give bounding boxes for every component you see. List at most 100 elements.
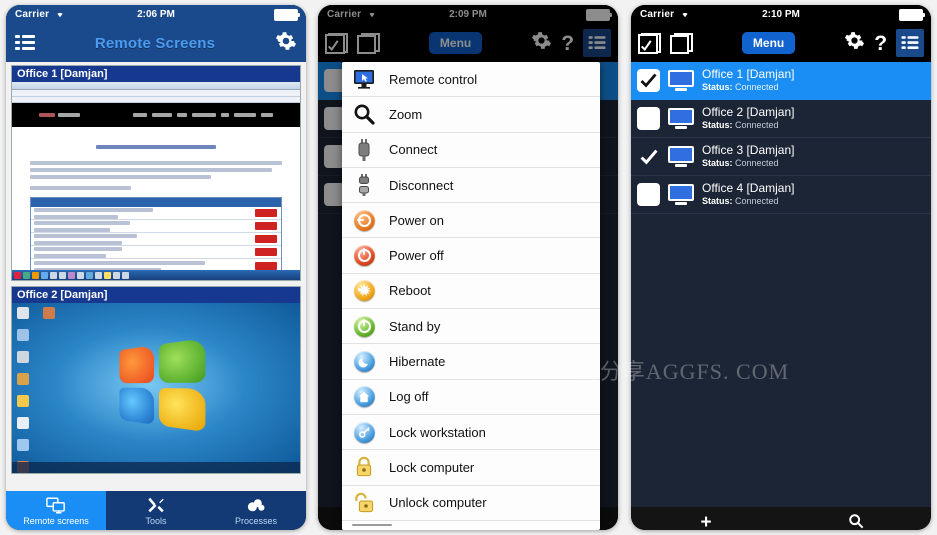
menu-item-label: Reboot bbox=[389, 283, 431, 299]
row-checkbox[interactable] bbox=[637, 145, 660, 168]
remote-screens-icon bbox=[46, 496, 66, 514]
menu-item-label: Unlock computer bbox=[389, 495, 487, 511]
computer-name: Office 3 [Damjan] bbox=[702, 143, 795, 158]
top-toolbar: Menu ? bbox=[631, 24, 931, 62]
menu-item-label: Zoom bbox=[389, 106, 423, 122]
menu-item-lock-workstation[interactable]: Lock workstation bbox=[342, 415, 600, 451]
menu-item-label: Stand by bbox=[389, 318, 441, 334]
monitor-icon bbox=[668, 107, 694, 130]
computer-name: Office 1 [Damjan] bbox=[702, 67, 795, 82]
clock-label: 2:06 PM bbox=[137, 9, 175, 20]
screen-thumbnail-desktop bbox=[12, 303, 300, 473]
menu-item-label: Hibernate bbox=[389, 354, 446, 370]
menu-item-hibernate[interactable]: Hibernate bbox=[342, 344, 600, 380]
menu-item-label: Disconnect bbox=[389, 177, 454, 193]
screen-thumbnail-browser bbox=[12, 82, 300, 280]
battery-icon bbox=[899, 8, 925, 21]
row-checkbox[interactable] bbox=[637, 107, 660, 130]
status-label: Status: bbox=[702, 120, 733, 131]
clock-label: 2:10 PM bbox=[762, 9, 800, 20]
menu-button[interactable]: Menu bbox=[741, 32, 796, 54]
menu-item-lock-computer[interactable]: Lock computer bbox=[342, 450, 600, 486]
navigation-bar: Remote Screens bbox=[6, 24, 306, 62]
menu-item-disconnect[interactable]: Disconnect bbox=[342, 168, 600, 204]
computer-name: Office 2 [Damjan] bbox=[702, 105, 795, 120]
battery-icon bbox=[274, 8, 300, 21]
select-all-checkbox-icon[interactable] bbox=[638, 32, 661, 54]
screenshot-stage: Office 1 [Damjan] Office 2 [Damjan] bbox=[0, 0, 937, 535]
table-row[interactable]: Office 4 [Damjan] Status: Connected bbox=[631, 176, 931, 214]
menu-item-label: Lock computer bbox=[389, 459, 475, 475]
find-computers-button[interactable]: Find computers bbox=[781, 507, 931, 530]
page-title: Remote Screens bbox=[94, 34, 216, 52]
status-value: Connected bbox=[735, 158, 779, 169]
windows-logo bbox=[119, 337, 206, 432]
menu-item-label: Lock workstation bbox=[389, 424, 486, 440]
tools-icon bbox=[147, 496, 166, 514]
logoff-home-icon bbox=[352, 385, 376, 409]
screens-scroll-area[interactable]: Office 1 [Damjan] Office 2 [Damjan] bbox=[6, 62, 306, 491]
tab-remote-screens[interactable]: Remote screens bbox=[6, 491, 106, 530]
computer-list[interactable]: Office 1 [Damjan] Status: Connected Offi… bbox=[631, 62, 931, 507]
menu-item-log-off[interactable]: Log off bbox=[342, 380, 600, 415]
monitor-icon bbox=[668, 145, 694, 168]
status-label: Status: bbox=[702, 158, 733, 169]
screen-card[interactable]: Office 1 [Damjan] bbox=[11, 65, 301, 281]
menu-item-stand-by[interactable]: Stand by bbox=[342, 309, 600, 345]
table-row[interactable]: Office 1 [Damjan] Status: Connected bbox=[631, 62, 931, 100]
action-menu-popover[interactable]: Remote control Zoom Connect Disconnect P… bbox=[342, 62, 600, 530]
menu-item-unlock-computer[interactable]: Unlock computer bbox=[342, 486, 600, 521]
list-icon[interactable] bbox=[15, 35, 35, 51]
power-on-icon bbox=[352, 208, 376, 232]
menu-item-remote-control[interactable]: Remote control bbox=[342, 62, 600, 98]
tab-label: Processes bbox=[234, 516, 278, 526]
phone-panel-remote-screens: Carrier 2:06 PM Remote Screens Office 1 … bbox=[6, 5, 306, 530]
plus-icon: + bbox=[700, 511, 712, 531]
row-checkbox[interactable] bbox=[637, 69, 660, 92]
list-icon[interactable] bbox=[896, 29, 925, 57]
menu-item-label: Log off bbox=[389, 389, 429, 405]
screen-card-title: Office 1 [Damjan] bbox=[12, 66, 300, 82]
screen-card-title: Office 2 [Damjan] bbox=[12, 287, 300, 303]
tab-tools[interactable]: Tools bbox=[106, 491, 206, 530]
menu-item-connect[interactable]: Connect bbox=[342, 133, 600, 168]
plug-disconnect-icon bbox=[352, 173, 376, 197]
monitor-icon bbox=[668, 69, 694, 92]
status-bar: Carrier 2:10 PM bbox=[631, 5, 931, 24]
menu-drag-handle[interactable] bbox=[342, 520, 600, 530]
status-label: Status: bbox=[702, 82, 733, 93]
windows-taskbar bbox=[12, 270, 300, 280]
standby-icon bbox=[352, 314, 376, 338]
gear-icon[interactable] bbox=[275, 30, 297, 57]
row-checkbox[interactable] bbox=[637, 183, 660, 206]
status-label: Status: bbox=[702, 196, 733, 207]
lock-workstation-key-icon bbox=[352, 420, 376, 444]
menu-item-power-off[interactable]: Power off bbox=[342, 238, 600, 274]
monitor-icon bbox=[668, 183, 694, 206]
windows-taskbar bbox=[12, 462, 300, 473]
tab-processes[interactable]: Processes bbox=[206, 491, 306, 530]
status-value: Connected bbox=[735, 196, 779, 207]
table-row[interactable]: Office 2 [Damjan] Status: Connected bbox=[631, 100, 931, 138]
duplicate-squares-icon[interactable] bbox=[670, 32, 693, 54]
gear-icon[interactable] bbox=[844, 30, 865, 56]
menu-item-power-on[interactable]: Power on bbox=[342, 203, 600, 239]
table-row[interactable]: Office 3 [Damjan] Status: Connected bbox=[631, 138, 931, 176]
magnifier-icon bbox=[848, 513, 864, 530]
add-computer-button[interactable]: + Add computer bbox=[631, 507, 781, 531]
phone-panel-menu: Carrier 2:09 PM Menu ? Remote control Zo… bbox=[318, 5, 618, 530]
screen-card[interactable]: Office 2 [Damjan] bbox=[11, 286, 301, 474]
magnifier-icon bbox=[352, 102, 376, 126]
processes-icon bbox=[246, 496, 266, 514]
menu-item-label: Power off bbox=[389, 248, 444, 264]
menu-item-zoom[interactable]: Zoom bbox=[342, 97, 600, 133]
help-button[interactable]: ? bbox=[874, 33, 887, 54]
status-value: Connected bbox=[735, 82, 779, 93]
computer-name: Office 4 [Damjan] bbox=[702, 181, 795, 196]
status-bar: Carrier 2:06 PM bbox=[6, 5, 306, 24]
tab-label: Tools bbox=[145, 516, 167, 526]
power-off-icon bbox=[352, 244, 376, 268]
hibernate-moon-icon bbox=[352, 350, 376, 374]
padlock-closed-icon bbox=[352, 455, 376, 479]
menu-item-reboot[interactable]: Reboot bbox=[342, 274, 600, 310]
